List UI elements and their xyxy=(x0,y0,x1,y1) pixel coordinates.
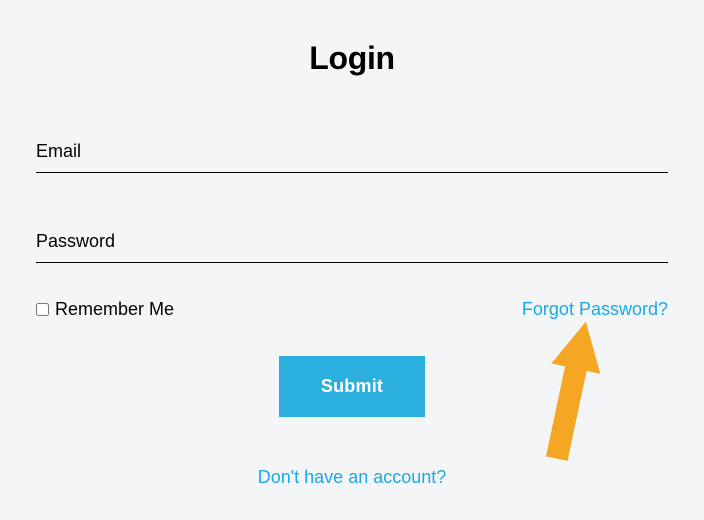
page-title: Login xyxy=(0,0,704,77)
password-field-group xyxy=(36,225,668,263)
remember-me-checkbox[interactable] xyxy=(36,303,49,316)
submit-button[interactable]: Submit xyxy=(279,356,425,417)
password-field[interactable] xyxy=(36,225,668,263)
signup-wrap: Don't have an account? xyxy=(36,467,668,488)
forgot-password-link[interactable]: Forgot Password? xyxy=(522,299,668,320)
login-form: Remember Me Forgot Password? Submit Don'… xyxy=(0,135,704,488)
email-field[interactable] xyxy=(36,135,668,173)
remember-me-group[interactable]: Remember Me xyxy=(36,299,174,320)
remember-me-label: Remember Me xyxy=(55,299,174,320)
email-field-group xyxy=(36,135,668,173)
signup-link[interactable]: Don't have an account? xyxy=(258,467,447,487)
options-row: Remember Me Forgot Password? xyxy=(36,299,668,320)
submit-wrap: Submit xyxy=(36,356,668,417)
